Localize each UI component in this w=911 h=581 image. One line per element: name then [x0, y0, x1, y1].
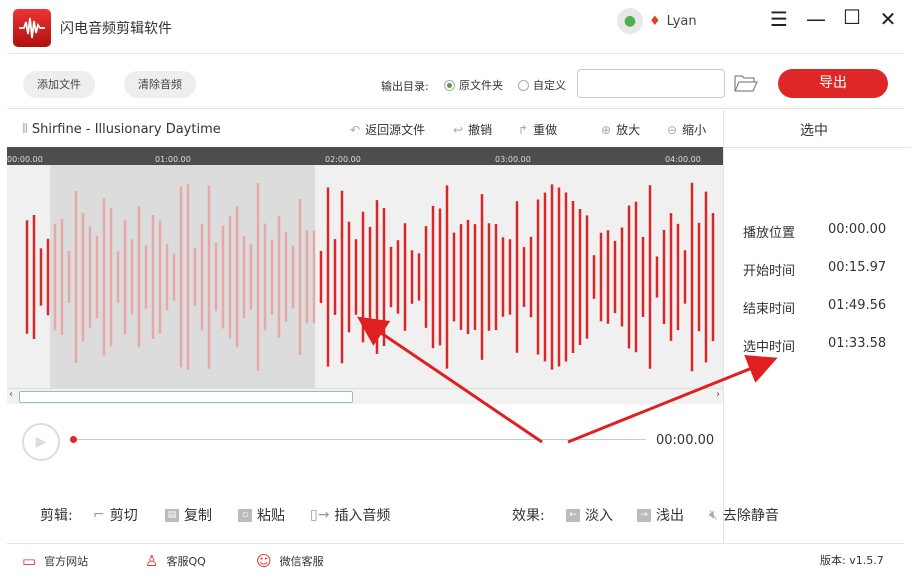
info-label: 开始时间 — [743, 264, 796, 279]
zoom-in-icon: ⊕ — [601, 122, 612, 137]
redo-button[interactable]: ↱ 重做 — [518, 121, 557, 138]
radio-dot — [444, 79, 455, 91]
info-value: 01:33.58 — [828, 336, 887, 351]
insert-icon: ▯→ — [310, 507, 330, 523]
wechat-icon: ● — [617, 8, 643, 34]
annotation-arrows — [357, 316, 778, 444]
monitor-icon: ▭ — [22, 552, 37, 570]
radio-custom[interactable]: 自定义 — [518, 77, 566, 93]
scrollbar-thumb[interactable] — [19, 391, 353, 403]
label: 重做 — [533, 123, 558, 137]
effects-label: 效果: — [512, 508, 545, 524]
divider — [7, 108, 904, 109]
user-area[interactable]: ● ♦ Lyan — [617, 8, 697, 34]
fade-in-button[interactable]: ← 淡入 — [566, 505, 613, 525]
username: Lyan — [666, 13, 697, 29]
zoom-out-icon: ⊖ — [667, 122, 678, 137]
output-path-input[interactable] — [577, 69, 725, 98]
menu-icon[interactable]: ☰ — [767, 7, 791, 31]
remove-silence-button[interactable]: 🔇︎ 去除静音 — [709, 505, 779, 525]
label: 缩小 — [682, 123, 707, 137]
wechat-support-link[interactable]: ☺ 微信客服 — [256, 552, 324, 570]
tick-label: 04:00.00 — [665, 155, 701, 164]
waveform-icon: ⦀ — [22, 122, 32, 137]
website-link[interactable]: ▭ 官方网站 — [22, 552, 88, 570]
close-button[interactable]: ✕ — [876, 7, 900, 31]
clear-audio-button[interactable]: 清除音频 — [124, 71, 196, 98]
edit-label: 剪辑: — [40, 508, 73, 524]
label: 插入音频 — [334, 508, 391, 524]
app-title: 闪电音频剪辑软件 — [60, 21, 172, 37]
scroll-left-icon[interactable]: ‹ — [9, 389, 13, 400]
qq-icon: ♙ — [145, 552, 159, 570]
label: 粘贴 — [257, 508, 285, 524]
radio-source-folder[interactable]: 原文件夹 — [444, 77, 503, 93]
label: 官方网站 — [44, 555, 89, 568]
label: 浅出 — [656, 508, 684, 524]
selection-title: 选中 — [800, 123, 828, 139]
paste-button[interactable]: ▫ 粘贴 — [238, 505, 285, 525]
label: 微信客服 — [279, 555, 324, 568]
zoom-in-button[interactable]: ⊕ 放大 — [601, 121, 640, 138]
revert-icon: ↶ — [350, 122, 361, 137]
folder-open-icon[interactable] — [733, 73, 759, 93]
zoom-out-button[interactable]: ⊖ 缩小 — [667, 121, 706, 138]
play-button[interactable]: ▶ — [22, 423, 60, 461]
divider — [7, 53, 904, 54]
track-name: ⦀ Shirfine - Illusionary Daytime — [22, 122, 221, 137]
maximize-button[interactable]: ☐ — [840, 5, 864, 29]
divider — [724, 147, 911, 148]
label: 放大 — [616, 123, 641, 137]
cut-icon: ⌐ — [93, 507, 105, 523]
arrow — [567, 355, 778, 444]
fade-in-icon: ← — [566, 508, 580, 522]
app-logo — [13, 9, 51, 47]
tick-label: 02:00.00 — [325, 155, 361, 164]
minimize-button[interactable]: — — [804, 7, 828, 31]
track-name-text: Shirfine - Illusionary Daytime — [31, 122, 221, 137]
label: 淡入 — [585, 508, 613, 524]
cut-button[interactable]: ⌐ 剪切 — [93, 505, 138, 525]
insert-audio-button[interactable]: ▯→ 插入音频 — [310, 505, 390, 525]
divider — [7, 543, 904, 544]
mute-icon: 🔇︎ — [709, 507, 718, 523]
redo-icon: ↱ — [518, 122, 529, 137]
version-label: 版本: v1.5.7 — [820, 554, 884, 567]
label: 复制 — [184, 508, 212, 524]
radio-label: 自定义 — [533, 79, 566, 92]
arrow — [357, 316, 543, 444]
tick-label: 00:00.00 — [7, 155, 43, 164]
label: 撤销 — [468, 123, 493, 137]
tick-label: 01:00.00 — [155, 155, 191, 164]
info-label: 播放位置 — [743, 226, 796, 241]
radio-dot — [518, 79, 529, 91]
fade-out-button[interactable]: → 浅出 — [637, 505, 684, 525]
info-value: 00:00.00 — [828, 222, 887, 237]
label: 客服QQ — [166, 555, 206, 568]
paste-icon: ▫ — [238, 508, 252, 522]
undo-button[interactable]: ↩ 撤销 — [453, 121, 492, 138]
tick-label: 03:00.00 — [495, 155, 531, 164]
label: 返回源文件 — [365, 123, 426, 137]
undo-icon: ↩ — [453, 122, 464, 137]
wechat-icon: ☺ — [256, 552, 272, 570]
radio-label: 原文件夹 — [459, 79, 503, 92]
qq-link[interactable]: ♙ 客服QQ — [145, 552, 206, 570]
export-button[interactable]: 导出 — [778, 69, 888, 98]
label: 去除静音 — [722, 508, 779, 524]
copy-button[interactable]: ▤ 复制 — [165, 505, 212, 525]
output-dir-label: 输出目录: — [381, 80, 429, 93]
info-value: 00:15.97 — [828, 260, 887, 275]
vip-diamond-icon: ♦ — [649, 13, 661, 29]
info-value: 01:49.56 — [828, 298, 887, 313]
label: 剪切 — [109, 508, 138, 524]
revert-button[interactable]: ↶ 返回源文件 — [350, 121, 425, 138]
copy-icon: ▤ — [165, 508, 179, 522]
fade-out-icon: → — [637, 508, 651, 522]
add-file-button[interactable]: 添加文件 — [23, 71, 95, 98]
timeline-ruler[interactable]: 00:00.00 01:00.00 02:00.00 03:00.00 04:0… — [7, 147, 723, 165]
progress-handle[interactable] — [70, 436, 77, 443]
